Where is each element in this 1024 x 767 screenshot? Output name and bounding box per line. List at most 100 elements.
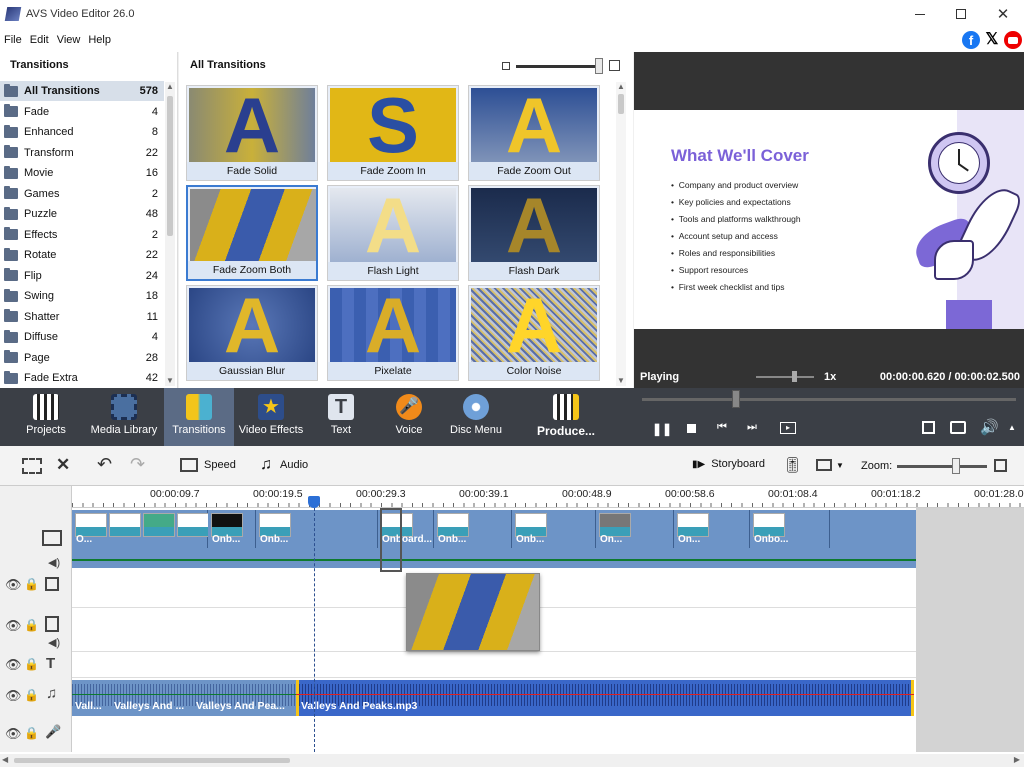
audio-lock-icon[interactable]: 🔒 xyxy=(24,688,39,702)
projects-button[interactable]: Projects xyxy=(16,388,76,446)
category-item[interactable]: Movie 16 xyxy=(0,163,164,183)
effects-lock-icon[interactable]: 🔒 xyxy=(24,577,39,591)
overlay-volume-icon[interactable]: ◀) xyxy=(48,636,60,649)
selected-transition-marker[interactable] xyxy=(380,508,402,572)
video-clip[interactable]: Onb... xyxy=(512,510,596,548)
transition-thumb[interactable]: Fade Zoom Both xyxy=(186,185,318,281)
transition-thumb[interactable]: A Color Noise xyxy=(468,285,600,381)
close-button[interactable]: ✕ xyxy=(988,0,1018,28)
volume-arrow-icon[interactable]: ▲ xyxy=(1008,423,1016,432)
previous-frame-button[interactable]: ⏮ xyxy=(717,421,727,434)
gallery-scrollbar[interactable]: ▲ ▼ xyxy=(616,82,626,386)
monitor-dropdown-icon[interactable]: ▼ xyxy=(836,461,844,470)
youtube-icon[interactable] xyxy=(1004,31,1022,49)
menu-view[interactable]: View xyxy=(53,34,85,46)
text-button[interactable]: T Text xyxy=(316,388,366,446)
video-clip[interactable]: O... xyxy=(72,510,209,548)
effects-visibility-icon[interactable]: 👁 xyxy=(5,577,22,593)
video-clip[interactable]: Onb... xyxy=(208,510,256,548)
zoom-slider[interactable] xyxy=(897,465,987,468)
next-frame-button[interactable]: ⏭ xyxy=(747,421,757,434)
thumb-size-handle[interactable] xyxy=(595,58,603,74)
overlay-lock-icon[interactable]: 🔒 xyxy=(24,618,39,632)
category-item[interactable]: Effects 2 xyxy=(0,225,164,245)
stop-button[interactable] xyxy=(687,424,696,433)
speed-slider-handle[interactable] xyxy=(792,371,797,382)
video-track-volume-icon[interactable]: ◀) xyxy=(48,556,60,569)
category-item[interactable]: Flip 24 xyxy=(0,266,164,286)
maximize-button[interactable] xyxy=(946,0,976,28)
video-clip[interactable]: Onb... xyxy=(256,510,378,548)
timeline-ruler[interactable]: 00:00:09.7 00:00:19.5 00:00:29.3 00:00:39.1… xyxy=(72,486,1024,508)
audio-button[interactable]: ♫ Audio xyxy=(260,456,308,474)
produce-button[interactable]: Produce... xyxy=(528,388,604,446)
media-library-button[interactable]: Media Library xyxy=(88,388,160,446)
audio-visibility-icon[interactable]: 👁 xyxy=(5,688,22,704)
category-item[interactable]: Rotate 22 xyxy=(0,245,164,265)
seek-bar[interactable] xyxy=(642,398,1016,401)
category-item[interactable]: Shatter 11 xyxy=(0,307,164,327)
text-lock-icon[interactable]: 🔒 xyxy=(24,657,39,671)
delete-all-icon[interactable] xyxy=(22,458,42,474)
snapshot-button[interactable] xyxy=(950,421,966,434)
monitor-icon[interactable] xyxy=(816,459,832,471)
speed-slider[interactable] xyxy=(756,376,814,378)
overlay-visibility-icon[interactable]: 👁 xyxy=(5,618,22,634)
category-item[interactable]: Puzzle 48 xyxy=(0,204,164,224)
video-clip[interactable]: On... xyxy=(596,510,674,548)
fullscreen-button[interactable] xyxy=(922,421,935,434)
category-item[interactable]: Fade 4 xyxy=(0,102,164,122)
transition-thumb[interactable]: A Pixelate xyxy=(327,285,459,381)
voice-lock-icon[interactable]: 🔒 xyxy=(24,726,39,740)
split-button[interactable]: ▸ xyxy=(780,422,796,434)
audio-mixer-icon[interactable]: 🎚 xyxy=(783,456,802,474)
x-icon[interactable]: 𝕏 xyxy=(983,31,1001,49)
video-track[interactable]: O... Onb... Onb... Onboard... Onb... Onb... On… xyxy=(72,510,916,548)
thumb-large-icon[interactable] xyxy=(609,60,620,71)
storyboard-button[interactable]: ▮▶ Storyboard xyxy=(692,458,765,470)
speed-button[interactable]: Speed xyxy=(180,458,236,472)
zoom-fit-icon[interactable] xyxy=(994,459,1007,472)
category-item[interactable]: Transform 22 xyxy=(0,143,164,163)
minimize-button[interactable] xyxy=(905,0,935,28)
text-visibility-icon[interactable]: 👁 xyxy=(5,657,22,673)
redo-icon[interactable]: ↷ xyxy=(130,454,145,475)
disc-menu-button[interactable]: Disc Menu xyxy=(446,388,506,446)
category-item[interactable]: Enhanced 8 xyxy=(0,122,164,142)
zoom-handle[interactable] xyxy=(952,458,960,474)
transition-thumb[interactable]: A Gaussian Blur xyxy=(186,285,318,381)
video-effects-button[interactable]: ★ Video Effects xyxy=(236,388,306,446)
transition-thumb[interactable]: S Fade Zoom In xyxy=(327,85,459,181)
category-item[interactable]: All Transitions 578 xyxy=(0,81,164,101)
video-clip[interactable]: Onb... xyxy=(434,510,512,548)
playhead-marker[interactable] xyxy=(308,496,320,508)
facebook-icon[interactable]: f xyxy=(962,31,980,49)
transition-thumb[interactable]: A Fade Zoom Out xyxy=(468,85,600,181)
category-item[interactable]: Swing 18 xyxy=(0,286,164,306)
timeline-scrollbar[interactable]: ◀ ▶ xyxy=(0,754,1024,767)
category-item[interactable]: Page 28 xyxy=(0,348,164,368)
menu-edit[interactable]: Edit xyxy=(26,34,53,46)
video-clip[interactable]: On... xyxy=(674,510,750,548)
transitions-button[interactable]: Transitions xyxy=(164,388,234,446)
transition-thumb[interactable]: A Flash Dark xyxy=(468,185,600,281)
thumb-size-slider[interactable] xyxy=(516,65,602,68)
category-item[interactable]: Diffuse 4 xyxy=(0,327,164,347)
transition-thumb[interactable]: A Fade Solid xyxy=(186,85,318,181)
voice-visibility-icon[interactable]: 👁 xyxy=(5,726,22,742)
category-item[interactable]: Fade Extra 42 xyxy=(0,368,164,388)
voice-button[interactable]: 🎤 Voice xyxy=(384,388,434,446)
menu-file[interactable]: File xyxy=(0,34,26,46)
pause-button[interactable]: ❚❚ xyxy=(652,422,672,436)
video-clip[interactable]: Onbo... xyxy=(750,510,830,548)
categories-scrollbar[interactable]: ▲ ▼ xyxy=(165,82,175,386)
undo-icon[interactable]: ↶ xyxy=(97,454,112,475)
thumb-small-icon[interactable] xyxy=(502,62,510,70)
delete-icon[interactable]: ✕ xyxy=(56,455,70,475)
seek-handle[interactable] xyxy=(731,390,740,408)
dragged-transition-thumb[interactable] xyxy=(406,573,540,651)
menu-help[interactable]: Help xyxy=(84,34,115,46)
category-item[interactable]: Games 2 xyxy=(0,184,164,204)
volume-button[interactable]: 🔊 xyxy=(980,418,999,436)
audio-track[interactable]: Vall... Valleys And ... Valleys And Pea...… xyxy=(72,680,916,716)
